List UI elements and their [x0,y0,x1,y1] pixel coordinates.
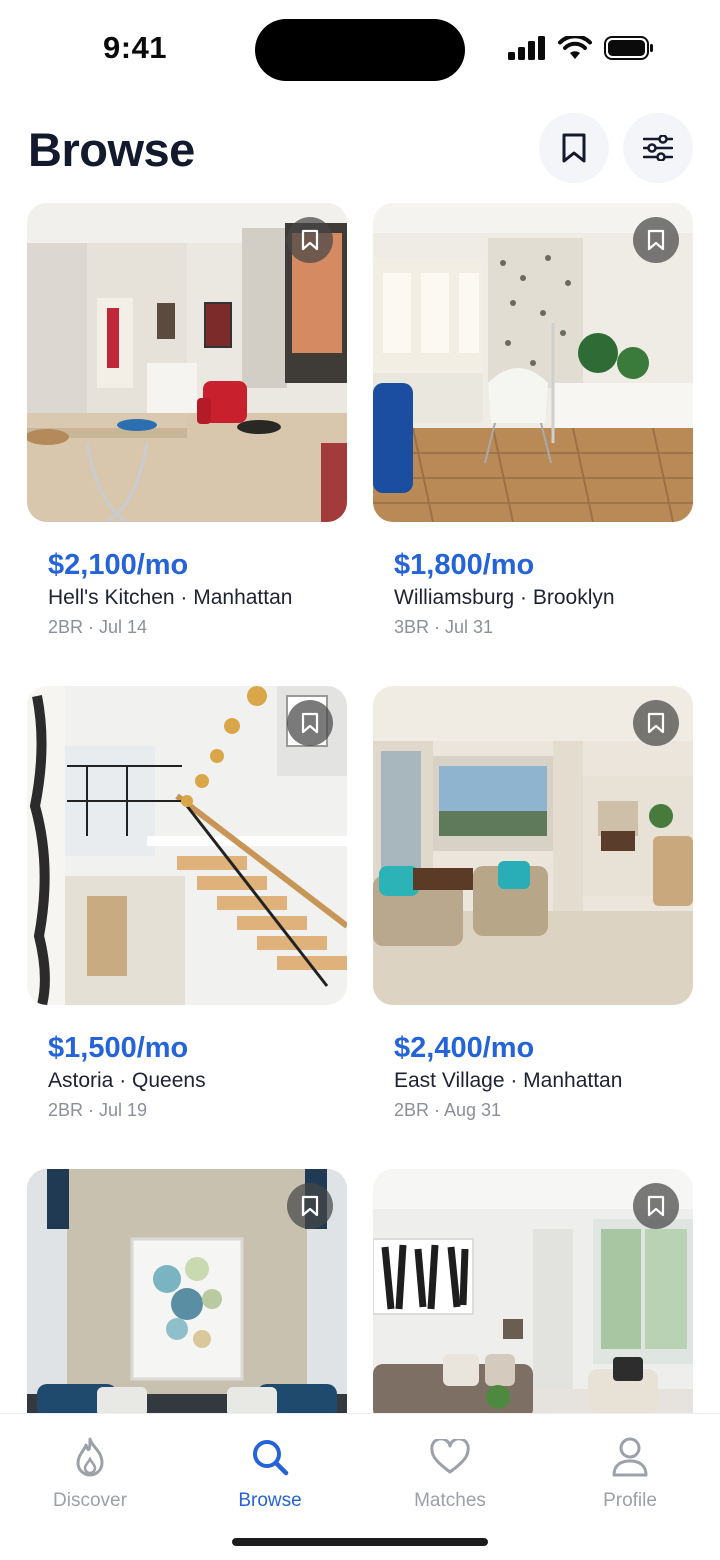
bookmark-icon [301,712,319,734]
listing-card[interactable] [27,1169,347,1413]
listing-photo [373,1169,693,1413]
bookmark-icon [647,1195,665,1217]
battery-icon [604,36,653,60]
listing-card[interactable]: $2,400/mo East Village · Manhattan 2BR ·… [373,686,693,1122]
listing-info: $2,100/mo Hell's Kitchen · Manhattan 2BR… [27,522,347,639]
bookmark-icon [647,229,665,251]
dynamic-island [255,19,465,81]
listing-card[interactable]: $1,500/mo Astoria · Queens 2BR · Jul 19 [27,686,347,1122]
bookmark-icon [562,133,586,163]
listing-photo [27,686,347,1005]
home-indicator [232,1538,488,1546]
saved-listings-button[interactable] [539,113,609,183]
listing-location: Williamsburg · Brooklyn [394,586,615,609]
bookmark-icon [301,1195,319,1217]
save-listing-button[interactable] [633,700,679,746]
save-listing-button[interactable] [633,1183,679,1229]
listing-photo [27,203,347,522]
listing-info: $1,500/mo Astoria · Queens 2BR · Jul 19 [27,1005,347,1122]
listing-details: 2BR · Jul 14 [48,617,148,637]
save-listing-button[interactable] [287,217,333,263]
listing-location: Hell's Kitchen · Manhattan [48,586,293,609]
status-bar: 9:41 [0,0,720,96]
tab-label: Browse [238,1490,302,1511]
listing-price: $1,800/mo [394,549,535,581]
tab-label: Discover [53,1490,127,1511]
tab-profile[interactable]: Profile [570,1436,690,1512]
listing-info: $2,400/mo East Village · Manhattan 2BR ·… [373,1005,693,1122]
search-icon [253,1440,289,1476]
status-icons [508,34,654,62]
listing-details: 2BR · Jul 19 [48,1100,148,1120]
bookmark-icon [647,712,665,734]
listing-location: Astoria · Queens [48,1069,206,1092]
flame-icon [76,1437,104,1477]
bookmark-icon [301,229,319,251]
sliders-icon [643,135,673,161]
listing-details: 3BR · Jul 31 [394,617,494,637]
save-listing-button[interactable] [287,700,333,746]
wifi-icon [558,36,592,59]
tab-discover[interactable]: Discover [30,1436,150,1512]
tab-label: Matches [414,1490,486,1511]
cellular-signal-icon [508,36,545,60]
status-time: 9:41 [103,30,168,65]
listing-photo [373,686,693,1005]
listing-card[interactable] [373,1169,693,1413]
save-listing-button[interactable] [633,217,679,263]
listing-price: $1,500/mo [48,1032,189,1064]
person-icon [612,1437,648,1477]
page-title: Browse [28,123,195,176]
tab-matches[interactable]: Matches [390,1436,510,1512]
listing-photo [373,203,693,522]
filter-button[interactable] [623,113,693,183]
tab-browse[interactable]: Browse [210,1436,330,1512]
listing-photo [27,1169,347,1413]
heart-icon [430,1439,470,1474]
header: Browse [28,110,693,186]
listing-details: 2BR · Aug 31 [394,1100,502,1120]
listing-card[interactable]: $1,800/mo Williamsburg · Brooklyn 3BR · … [373,203,693,639]
listing-price: $2,100/mo [48,549,189,581]
listings-grid: $2,100/mo Hell's Kitchen · Manhattan 2BR… [27,203,693,1413]
listing-info: $1,800/mo Williamsburg · Brooklyn 3BR · … [373,522,693,639]
listing-price: $2,400/mo [394,1032,535,1064]
save-listing-button[interactable] [287,1183,333,1229]
listing-card[interactable]: $2,100/mo Hell's Kitchen · Manhattan 2BR… [27,203,347,639]
listing-location: East Village · Manhattan [394,1069,623,1092]
tab-label: Profile [603,1490,657,1511]
